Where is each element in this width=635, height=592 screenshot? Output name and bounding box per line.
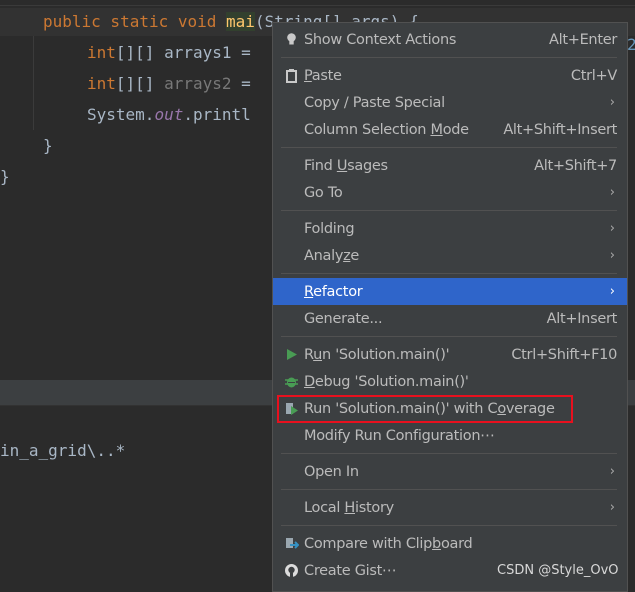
menu-separator bbox=[273, 449, 627, 458]
watermark: CSDN @Style_OvO bbox=[497, 563, 619, 578]
chevron-right-icon: › bbox=[609, 221, 615, 236]
code-rest: = bbox=[231, 74, 251, 93]
chevron-right-icon: › bbox=[609, 248, 615, 263]
menu-item-label: Debug 'Solution.main()' bbox=[304, 373, 469, 390]
keywords: public static void bbox=[43, 12, 227, 31]
clipped-code: 2 bbox=[627, 35, 635, 54]
menu-item-analyze[interactable]: Analyze › bbox=[273, 242, 627, 269]
menu-item-paste[interactable]: Paste Ctrl+V bbox=[273, 62, 627, 89]
menu-separator bbox=[273, 269, 627, 278]
menu-item-generate[interactable]: Generate... Alt+Insert bbox=[273, 305, 627, 332]
code-line-6: } bbox=[0, 167, 10, 186]
menu-item-label: Analyze bbox=[304, 247, 360, 264]
shortcut-label: Alt+Shift+Insert bbox=[503, 121, 617, 138]
menu-separator bbox=[273, 206, 627, 215]
type: int bbox=[87, 43, 116, 62]
compare-icon bbox=[284, 536, 300, 551]
unused-var: arrays2 bbox=[164, 74, 232, 93]
chevron-right-icon: › bbox=[609, 95, 615, 110]
code-line-2: int[][] arrays1 = bbox=[87, 43, 260, 63]
menu-item-label: Paste bbox=[304, 67, 342, 84]
chevron-right-icon: › bbox=[609, 284, 615, 299]
menu-item-label: Copy / Paste Special bbox=[304, 94, 445, 111]
code-line-5: } bbox=[43, 136, 53, 155]
code-line-4: System.out.printl bbox=[87, 105, 251, 125]
shortcut-label: Alt+Enter bbox=[548, 31, 617, 48]
shortcut-label: Alt+Shift+7 bbox=[534, 157, 617, 174]
code-rest: [][] arrays1 = bbox=[115, 43, 261, 62]
github-icon bbox=[284, 563, 299, 578]
menu-item-label: Show Context Actions bbox=[304, 31, 457, 48]
menu-item-label: Local History bbox=[304, 499, 394, 516]
menu-item-open-in[interactable]: Open In › bbox=[273, 458, 627, 485]
menu-item-label: Compare with Clipboard bbox=[304, 535, 473, 552]
menu-item-label: Generate... bbox=[304, 310, 383, 327]
menu-item-label: Folding bbox=[304, 220, 355, 237]
chevron-right-icon: › bbox=[609, 500, 615, 515]
menu-item-label: Open In bbox=[304, 463, 359, 480]
menu-item-debug-solution-main[interactable]: Debug 'Solution.main()' bbox=[273, 368, 627, 395]
run-icon bbox=[284, 347, 299, 362]
lightbulb-icon bbox=[284, 32, 299, 47]
menu-item-refactor[interactable]: Refactor › bbox=[273, 278, 627, 305]
menu-item-label: Column Selection Mode bbox=[304, 121, 469, 138]
clipboard-icon bbox=[284, 68, 299, 83]
menu-separator bbox=[273, 485, 627, 494]
context-menu: Show Context Actions Alt+Enter Paste Ctrl+V… bbox=[272, 22, 628, 592]
menu-separator bbox=[273, 53, 627, 62]
chevron-right-icon: › bbox=[609, 464, 615, 479]
code-rest: [][] bbox=[115, 74, 165, 93]
chevron-right-icon: › bbox=[609, 185, 615, 200]
method-name: mai bbox=[226, 12, 255, 31]
menu-item-show-context-actions[interactable]: Show Context Actions Alt+Enter bbox=[273, 26, 627, 53]
menu-item-go-to[interactable]: Go To › bbox=[273, 179, 627, 206]
highlight-box bbox=[277, 395, 573, 423]
code-part: System. bbox=[87, 105, 155, 124]
menu-item-copy-paste-special[interactable]: Copy / Paste Special › bbox=[273, 89, 627, 116]
debug-bug-icon bbox=[284, 374, 299, 389]
type: int bbox=[87, 74, 116, 93]
menu-separator bbox=[273, 332, 627, 341]
code-part: .printl bbox=[183, 105, 251, 124]
menu-item-find-usages[interactable]: Find Usages Alt+Shift+7 bbox=[273, 152, 627, 179]
shortcut-label: Ctrl+V bbox=[570, 67, 617, 84]
indent-guide bbox=[33, 36, 34, 130]
menu-item-run-solution-main[interactable]: Run 'Solution.main()' Ctrl+Shift+F10 bbox=[273, 341, 627, 368]
menu-separator bbox=[273, 521, 627, 530]
menu-item-label: Modify Run Configuration⋯ bbox=[304, 427, 495, 444]
static-field: out bbox=[154, 105, 184, 124]
menu-item-compare-with-clipboard[interactable]: Compare with Clipboard bbox=[273, 530, 627, 557]
menu-item-modify-run-configuration[interactable]: Modify Run Configuration⋯ bbox=[273, 422, 627, 449]
output-text: in_a_grid\..* bbox=[0, 441, 126, 460]
menu-item-label: Run 'Solution.main()' bbox=[304, 346, 450, 363]
shortcut-label: Alt+Insert bbox=[546, 310, 618, 327]
menu-item-folding[interactable]: Folding › bbox=[273, 215, 627, 242]
menu-item-label: Refactor bbox=[304, 283, 363, 300]
shortcut-label: Ctrl+Shift+F10 bbox=[511, 346, 617, 363]
menu-item-label: Go To bbox=[304, 184, 343, 201]
menu-separator bbox=[273, 143, 627, 152]
divider bbox=[0, 5, 635, 6]
menu-item-column-selection-mode[interactable]: Column Selection Mode Alt+Shift+Insert bbox=[273, 116, 627, 143]
code-line-3: int[][] arrays2 = bbox=[87, 74, 251, 94]
menu-item-local-history[interactable]: Local History › bbox=[273, 494, 627, 521]
menu-item-label: Find Usages bbox=[304, 157, 388, 174]
